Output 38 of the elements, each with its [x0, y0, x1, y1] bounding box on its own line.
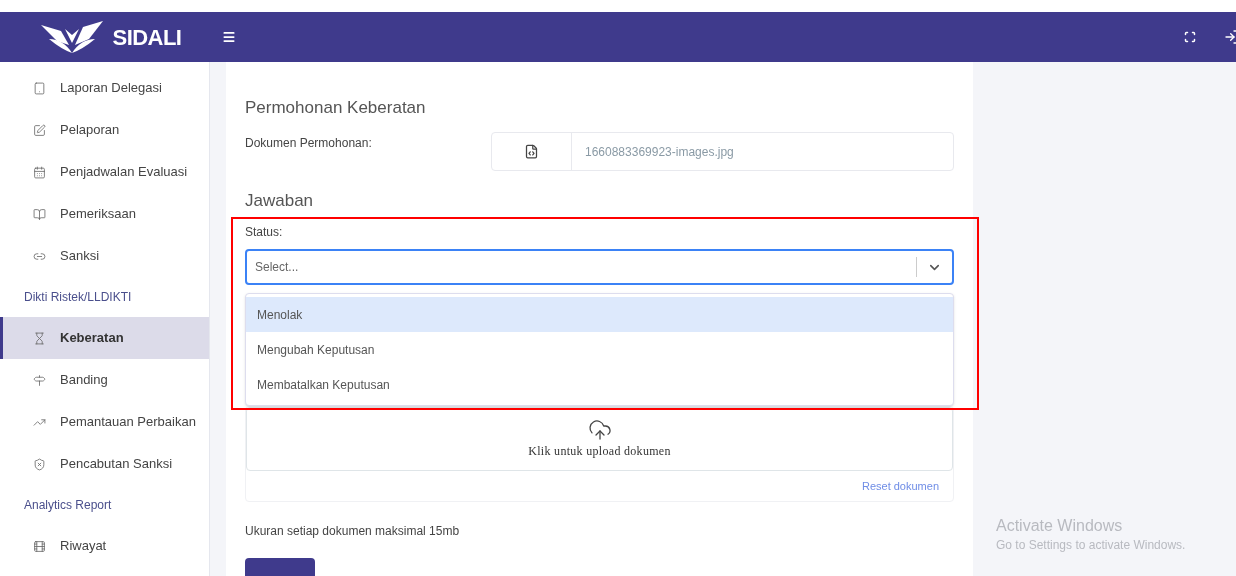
sidebar-item[interactable]: Pemeriksaan: [0, 193, 209, 235]
sidebar-item[interactable]: Pemantauan Perbaikan: [0, 401, 209, 443]
activation-subtitle: Go to Settings to activate Windows.: [996, 537, 1187, 554]
section-heading: Jawaban: [245, 190, 315, 212]
tablet-icon: [33, 81, 46, 95]
code-file-icon: [524, 144, 539, 159]
dropdown-option[interactable]: Mengubah Keputusan: [246, 332, 953, 367]
shield-icon: [33, 457, 46, 471]
sidebar-item[interactable]: Pencabutan Sanksi: [0, 443, 209, 485]
activation-title: Activate Windows: [996, 516, 1124, 536]
file-name: 1660883369923-images.jpg: [584, 143, 734, 161]
sidebar-item[interactable]: Laporan Delegasi: [0, 67, 209, 109]
dropdown-option[interactable]: Menolak: [246, 297, 953, 332]
sidebar-item[interactable]: Pelaporan: [0, 109, 209, 151]
signpost-icon: [33, 373, 46, 387]
sidebar-section-title: Analytics Report: [23, 497, 113, 514]
film-icon: [33, 539, 46, 553]
brand-name: SIDALI: [112, 23, 182, 52]
calendar-icon: [33, 165, 46, 179]
upload-area[interactable]: Klik untuk upload dokumen: [246, 407, 953, 472]
book-icon: [33, 207, 46, 221]
sidebar-item[interactable]: Riwayat: [0, 525, 209, 567]
sidebar-item[interactable]: Penjadwalan Evaluasi: [0, 151, 209, 193]
pen-square-icon: [33, 123, 46, 137]
dropdown-option[interactable]: Membatalkan Keputusan: [246, 367, 953, 402]
field-label: Dokumen Permohonan:: [245, 135, 373, 152]
status-select[interactable]: Select...: [245, 249, 954, 285]
sidebar-item[interactable]: Banding: [0, 359, 209, 401]
hourglass-icon: [33, 331, 46, 345]
field-label: Status:: [245, 224, 284, 241]
sidebar-section-title: Dikti Ristek/LLDIKTI: [23, 289, 133, 306]
fullscreen-icon[interactable]: [1184, 31, 1196, 43]
section-heading: Permohonan Keberatan: [245, 97, 427, 119]
size-note: Ukuran setiap dokumen maksimal 15mb: [245, 523, 461, 541]
sidebar-item[interactable]: Sanksi: [0, 235, 209, 277]
logout-icon[interactable]: [1224, 29, 1236, 45]
menu-icon[interactable]: [222, 30, 236, 44]
sidebar-item[interactable]: Keberatan: [0, 317, 209, 359]
